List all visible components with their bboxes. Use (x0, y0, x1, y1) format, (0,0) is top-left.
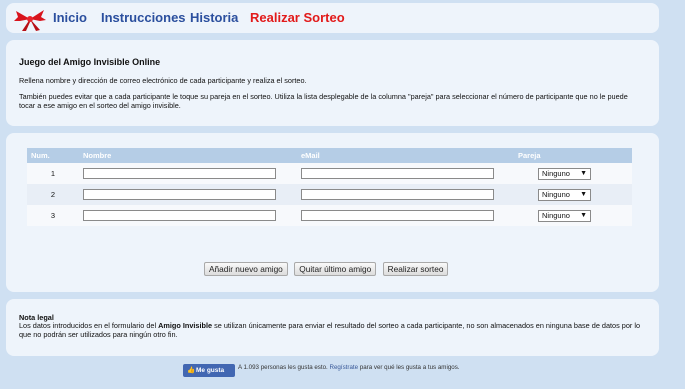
page-title: Juego del Amigo Invisible Online (19, 57, 161, 67)
name-cell (79, 205, 297, 226)
form-actions: Añadir nuevo amigo Quitar último amigo R… (204, 259, 450, 277)
legal-note-section: Nota legal Los datos introducidos en el … (6, 299, 659, 356)
table-row: 2 Ninguno ▼ (27, 184, 632, 205)
nav-bar: Inicio Instrucciones Historia Realizar S… (6, 3, 659, 33)
nav-link-instrucciones[interactable]: Instrucciones (101, 10, 186, 25)
pair-select-value: Ninguno (542, 168, 570, 178)
row-number: 3 (27, 205, 79, 226)
pair-select-value: Ninguno (542, 210, 570, 220)
column-header-email: eMail (297, 148, 514, 163)
table-row: 1 Ninguno ▼ (27, 163, 632, 184)
name-cell (79, 184, 297, 205)
add-friend-button[interactable]: Añadir nuevo amigo (204, 262, 288, 276)
email-cell (297, 205, 514, 226)
participants-table: Num. Nombre eMail Pareja 1 Ninguno ▼ 2 Ni… (27, 148, 632, 226)
email-input[interactable] (301, 168, 494, 179)
participants-form: Num. Nombre eMail Pareja 1 Ninguno ▼ 2 Ni… (6, 133, 659, 292)
like-text-before: A 1.093 personas les gusta esto. (238, 364, 330, 371)
like-count-text: A 1.093 personas les gusta esto. Regístr… (238, 364, 478, 372)
email-input[interactable] (301, 189, 494, 200)
intro-section: Juego del Amigo Invisible Online Rellena… (6, 40, 659, 126)
like-button-label: Me gusta (196, 367, 225, 374)
table-row: 3 Ninguno ▼ (27, 205, 632, 226)
pair-cell: Ninguno ▼ (514, 205, 632, 226)
name-input[interactable] (83, 168, 276, 179)
column-header-nombre: Nombre (79, 148, 297, 163)
pair-select[interactable]: Ninguno ▼ (538, 209, 591, 222)
dropdown-arrow-icon: ▼ (580, 211, 587, 219)
like-text-after: para ver qué les gusta a tus amigos. (358, 364, 460, 371)
pair-select[interactable]: Ninguno ▼ (538, 188, 591, 201)
pair-cell: Ninguno ▼ (514, 184, 632, 205)
table-header-row: Num. Nombre eMail Pareja (27, 148, 632, 163)
perform-draw-button[interactable]: Realizar sorteo (382, 262, 449, 276)
nav-link-realizar-sorteo[interactable]: Realizar Sorteo (250, 10, 345, 25)
thumbs-up-icon: 👍 (186, 367, 196, 374)
nav-link-historia[interactable]: Historia (190, 10, 238, 25)
name-input[interactable] (83, 189, 276, 200)
pair-select[interactable]: Ninguno ▼ (538, 167, 591, 180)
email-input[interactable] (301, 210, 494, 221)
gift-bow-logo[interactable] (14, 7, 46, 31)
pair-select-value: Ninguno (542, 189, 570, 199)
dropdown-arrow-icon: ▼ (580, 169, 587, 177)
pair-cell: Ninguno ▼ (514, 163, 632, 184)
legal-note-text: Los datos introducidos en el formulario … (19, 321, 646, 339)
row-number: 1 (27, 163, 79, 184)
name-input[interactable] (83, 210, 276, 221)
intro-paragraph-2: También puedes evitar que a cada partici… (19, 92, 628, 110)
column-header-num: Num. (27, 148, 79, 163)
email-cell (297, 163, 514, 184)
row-number: 2 (27, 184, 79, 205)
column-header-pareja: Pareja (514, 148, 632, 163)
register-link[interactable]: Regístrate (330, 364, 359, 371)
email-cell (297, 184, 514, 205)
nav-link-inicio[interactable]: Inicio (53, 10, 87, 25)
dropdown-arrow-icon: ▼ (580, 190, 587, 198)
intro-paragraph-1: Rellena nombre y dirección de correo ele… (19, 76, 307, 85)
like-button[interactable]: 👍Me gusta (183, 364, 235, 377)
remove-last-friend-button[interactable]: Quitar último amigo (294, 262, 377, 276)
name-cell (79, 163, 297, 184)
